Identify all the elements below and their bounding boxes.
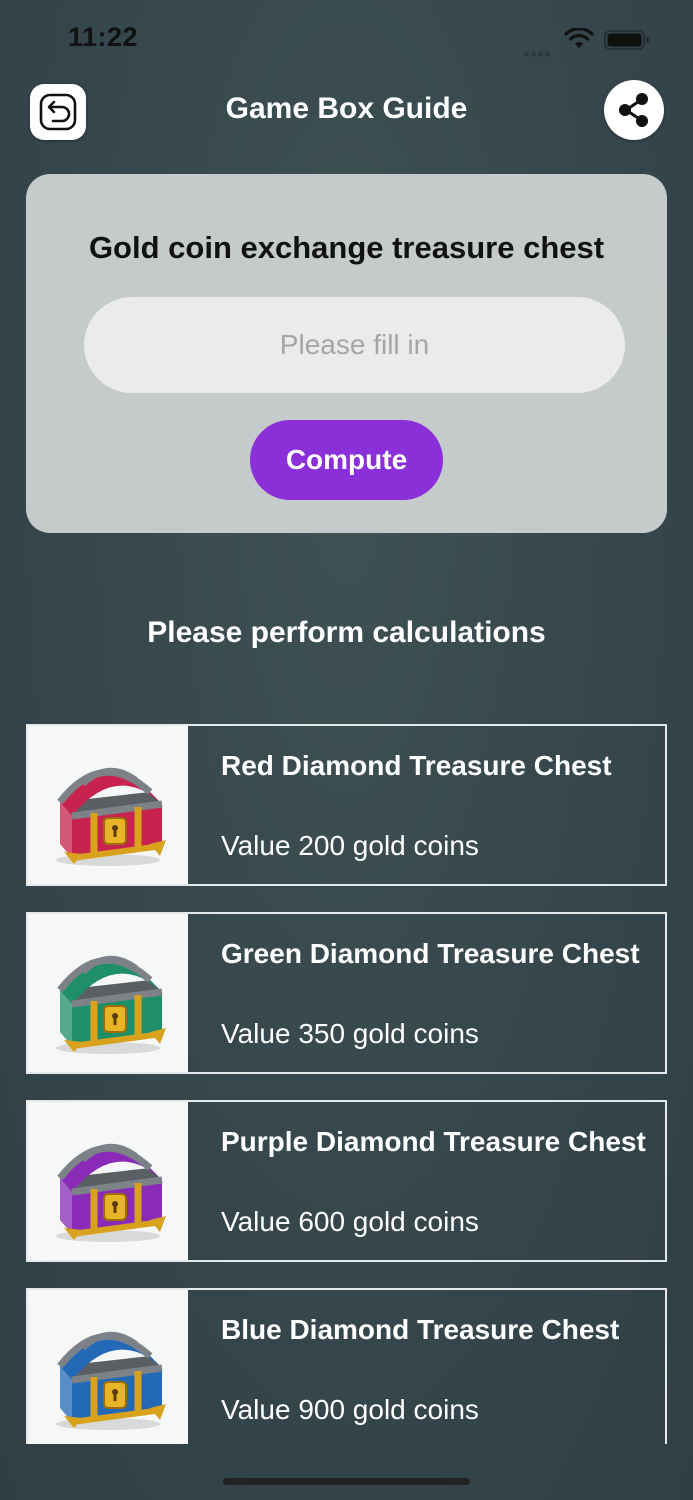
chest-item-blue[interactable]: Blue Diamond Treasure Chest Value 900 go… — [26, 1288, 667, 1444]
nav-bar: Game Box Guide — [0, 80, 693, 144]
red-treasure-chest-icon — [56, 768, 166, 866]
blue-treasure-chest-icon — [56, 1332, 166, 1430]
share-icon — [619, 93, 648, 127]
chest-thumbnail — [28, 914, 188, 1072]
chest-name: Green Diamond Treasure Chest — [221, 938, 640, 969]
chest-value: Value 900 gold coins — [221, 1394, 479, 1425]
chest-name: Red Diamond Treasure Chest — [221, 750, 612, 781]
chest-list: Red Diamond Treasure Chest Value 200 gol… — [26, 724, 667, 1444]
chest-item-green[interactable]: Green Diamond Treasure Chest Value 350 g… — [26, 912, 667, 1074]
status-bar: 11:22 — [0, 0, 693, 80]
battery-icon — [604, 30, 649, 50]
chest-value: Value 600 gold coins — [221, 1206, 479, 1237]
share-button[interactable] — [604, 80, 664, 140]
page-title: Game Box Guide — [225, 92, 468, 125]
purple-treasure-chest-icon — [56, 1144, 166, 1242]
signal-icon — [524, 44, 558, 57]
calculator-card: Gold coin exchange treasure chest Comput… — [26, 174, 667, 533]
wifi-icon — [564, 28, 594, 48]
chest-item-red[interactable]: Red Diamond Treasure Chest Value 200 gol… — [26, 724, 667, 886]
chest-thumbnail — [28, 1102, 188, 1260]
status-time: 11:22 — [68, 22, 139, 52]
chest-value: Value 200 gold coins — [221, 830, 479, 861]
gold-amount-input[interactable] — [84, 297, 625, 393]
chest-thumbnail — [28, 1290, 188, 1444]
home-indicator — [223, 1478, 470, 1485]
chest-item-purple[interactable]: Purple Diamond Treasure Chest Value 600 … — [26, 1100, 667, 1262]
result-message: Please perform calculations — [147, 616, 546, 649]
green-treasure-chest-icon — [56, 956, 166, 1054]
chest-name: Blue Diamond Treasure Chest — [221, 1314, 620, 1345]
compute-button[interactable]: Compute — [250, 420, 443, 500]
chest-name: Purple Diamond Treasure Chest — [221, 1126, 646, 1157]
calculator-heading: Gold coin exchange treasure chest — [88, 230, 605, 265]
chest-thumbnail — [28, 726, 188, 884]
chest-value: Value 350 gold coins — [221, 1018, 479, 1049]
